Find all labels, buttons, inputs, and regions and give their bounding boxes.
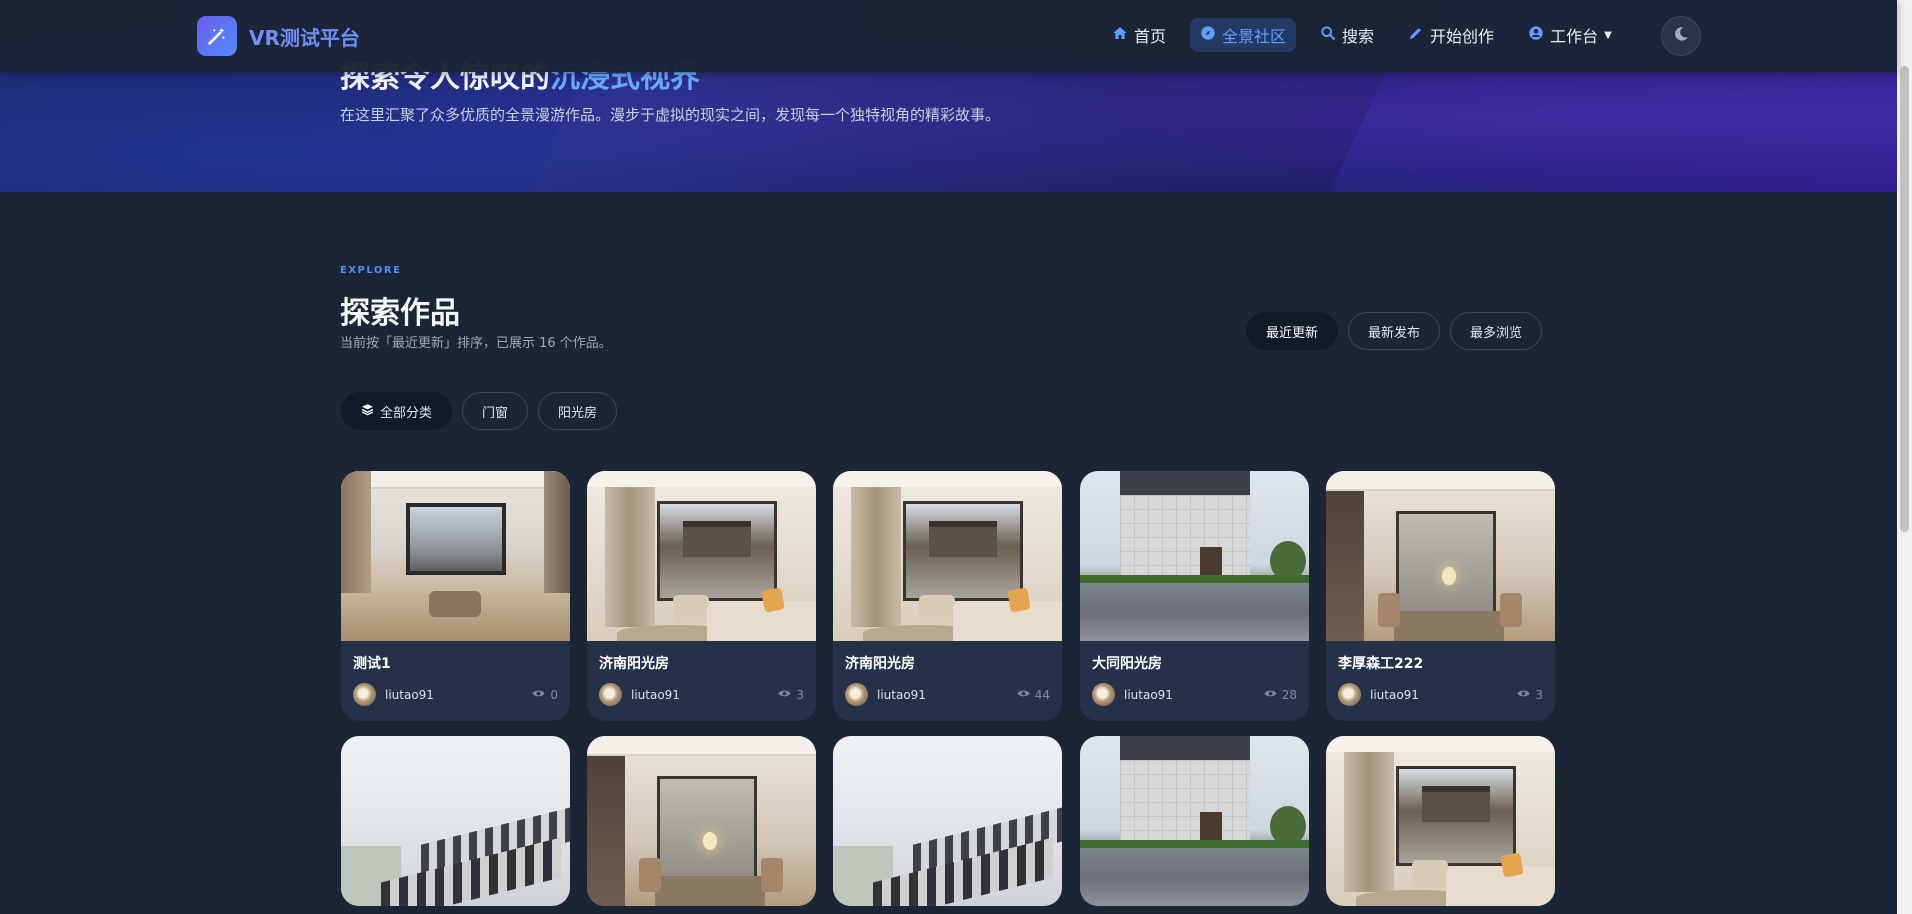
- work-title: 大同阳光房: [1092, 656, 1162, 672]
- work-thumbnail: [1080, 736, 1309, 906]
- work-card[interactable]: [1326, 736, 1555, 906]
- nav-item-workspace[interactable]: 工作台 ▼: [1518, 18, 1622, 52]
- nav-item-label: 首页: [1134, 27, 1167, 46]
- eye-icon: [1264, 687, 1277, 703]
- category-sunroom-button[interactable]: 阳光房: [538, 392, 618, 430]
- section-eyebrow: EXPLORE: [340, 265, 402, 276]
- brand[interactable]: VR测试平台: [197, 16, 360, 56]
- work-title: 测试1: [353, 656, 391, 672]
- work-author: liutao91: [1370, 687, 1419, 702]
- hero-description: 在这里汇聚了众多优质的全景漫游作品。漫步于虚拟的现实之间，发现每一个独特视角的精…: [340, 106, 1001, 124]
- sort-options: 最近更新 最新发布 最多浏览: [1246, 312, 1552, 350]
- work-thumbnail: [341, 471, 570, 641]
- work-card[interactable]: [587, 736, 816, 906]
- chevron-down-icon: ▼: [1604, 29, 1612, 41]
- avatar: [353, 683, 376, 706]
- view-count: 3: [796, 687, 804, 702]
- nav-item-label: 搜索: [1342, 27, 1375, 46]
- view-count: 3: [1535, 687, 1543, 702]
- work-author: liutao91: [877, 687, 926, 702]
- work-thumbnail: [587, 471, 816, 641]
- section-subtitle: 当前按「最近更新」排序，已展示 16 个作品。: [340, 336, 612, 351]
- work-card[interactable]: 济南阳光房 liutao91 44: [833, 471, 1062, 721]
- top-navbar: VR测试平台 首页 全景社区 搜索 开始创作 工作台 ▼: [0, 0, 1897, 72]
- work-thumbnail: [1326, 471, 1555, 641]
- sort-newest-button[interactable]: 最新发布: [1348, 312, 1441, 350]
- pencil-icon: [1408, 25, 1424, 45]
- sort-most-viewed-button[interactable]: 最多浏览: [1450, 312, 1543, 350]
- view-count: 0: [550, 687, 558, 702]
- nav-item-search[interactable]: 搜索: [1310, 18, 1384, 52]
- nav-item-label: 全景社区: [1222, 27, 1287, 46]
- view-count: 28: [1281, 687, 1297, 702]
- work-views: 3: [1517, 687, 1543, 703]
- work-views: 0: [532, 687, 558, 703]
- home-icon: [1112, 25, 1128, 45]
- category-doors-windows-button[interactable]: 门窗: [462, 392, 529, 430]
- work-title: 济南阳光房: [599, 656, 669, 672]
- work-author: liutao91: [385, 687, 434, 702]
- section-title: 探索作品: [340, 296, 460, 331]
- work-card[interactable]: [1080, 736, 1309, 906]
- view-count: 44: [1034, 687, 1050, 702]
- moon-icon: [1672, 25, 1690, 48]
- work-card[interactable]: 测试1 liutao91 0: [341, 471, 570, 721]
- layers-icon: [361, 403, 374, 419]
- eye-icon: [1017, 687, 1030, 703]
- nav-item-community[interactable]: 全景社区: [1190, 18, 1297, 52]
- avatar: [1092, 683, 1115, 706]
- work-card[interactable]: [341, 736, 570, 906]
- work-title: 济南阳光房: [845, 656, 915, 672]
- magic-wand-icon: [197, 16, 237, 56]
- work-thumbnail: [833, 471, 1062, 641]
- theme-toggle-button[interactable]: [1661, 16, 1701, 56]
- category-filters: 全部分类 门窗 阳光房: [341, 392, 627, 430]
- work-author: liutao91: [1124, 687, 1173, 702]
- nav-menu: 首页 全景社区 搜索 开始创作 工作台 ▼: [1102, 18, 1636, 52]
- nav-item-create[interactable]: 开始创作: [1398, 18, 1504, 52]
- work-views: 28: [1264, 687, 1297, 703]
- search-icon: [1320, 25, 1336, 45]
- sort-recent-update-button[interactable]: 最近更新: [1246, 312, 1339, 350]
- work-thumbnail: [833, 736, 1062, 906]
- avatar: [1338, 683, 1361, 706]
- brand-name: VR测试平台: [249, 25, 360, 50]
- work-thumbnail: [1326, 736, 1555, 906]
- nav-item-label: 工作台: [1550, 27, 1599, 46]
- user-circle-icon: [1528, 25, 1544, 45]
- scrollbar-thumb[interactable]: [1900, 66, 1909, 532]
- work-thumbnail: [1080, 471, 1309, 641]
- category-all-button[interactable]: 全部分类: [341, 392, 453, 430]
- nav-item-label: 开始创作: [1430, 27, 1495, 46]
- work-views: 44: [1017, 687, 1050, 703]
- eye-icon: [778, 687, 791, 703]
- work-thumbnail: [341, 736, 570, 906]
- eye-icon: [532, 687, 545, 703]
- work-card[interactable]: 李厚森工222 liutao91 3: [1326, 471, 1555, 721]
- avatar: [845, 683, 868, 706]
- eye-icon: [1517, 687, 1530, 703]
- work-card[interactable]: [833, 736, 1062, 906]
- work-card[interactable]: 济南阳光房 liutao91 3: [587, 471, 816, 721]
- category-label: 全部分类: [380, 405, 433, 421]
- work-author: liutao91: [631, 687, 680, 702]
- work-thumbnail: [587, 736, 816, 906]
- compass-icon: [1200, 25, 1216, 45]
- nav-item-home[interactable]: 首页: [1102, 18, 1176, 52]
- page-scrollbar[interactable]: [1897, 0, 1912, 914]
- work-title: 李厚森工222: [1338, 656, 1424, 672]
- work-views: 3: [778, 687, 804, 703]
- work-card[interactable]: 大同阳光房 liutao91 28: [1080, 471, 1309, 721]
- avatar: [599, 683, 622, 706]
